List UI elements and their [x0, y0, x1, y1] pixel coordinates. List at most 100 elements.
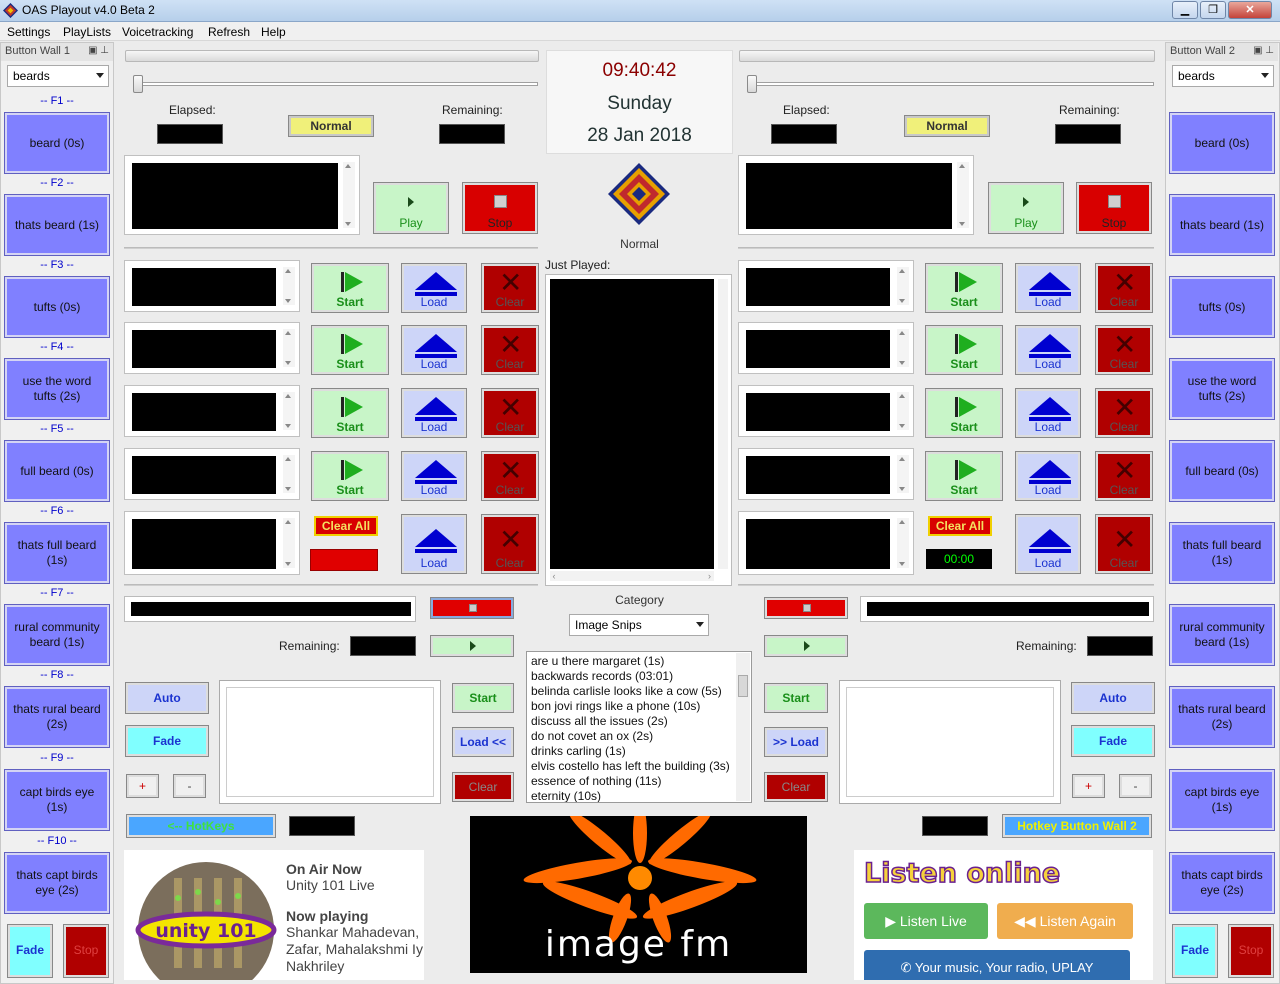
wall-button[interactable]: use the word tufts (2s)	[4, 358, 110, 420]
just-played-list[interactable]: ‹ ›	[545, 274, 732, 586]
menu-voicetracking[interactable]: Voicetracking	[122, 25, 193, 39]
wall-button[interactable]: full beard (0s)	[1169, 440, 1275, 502]
category-list-item[interactable]: bon jovi rings like a phone (10s)	[531, 699, 700, 713]
right-cart-load-button[interactable]: Load	[1015, 514, 1081, 574]
left-clear-all-button[interactable]: Clear All	[314, 516, 378, 536]
menu-playlists[interactable]: PlayLists	[63, 25, 111, 39]
category-list-item[interactable]: eternity (10s)	[531, 789, 601, 802]
h-scrollbar[interactable]: ‹ ›	[550, 571, 714, 581]
listen-live-button[interactable]: ▶ Listen Live	[864, 903, 988, 939]
wall-button[interactable]: rural community beard (1s)	[1169, 604, 1275, 666]
left-load-button[interactable]: Load <<	[452, 727, 514, 757]
right-playlist-box[interactable]	[839, 680, 1061, 804]
right-cart-load-button[interactable]: Load	[1015, 388, 1081, 438]
left-cart-clear-button[interactable]: ✕ Clear	[481, 325, 539, 375]
right-stop-button[interactable]: Stop	[1076, 182, 1152, 234]
category-list-item[interactable]: are u there margaret (1s)	[531, 654, 664, 668]
wall-button[interactable]: thats full beard (1s)	[4, 522, 110, 584]
left-bottom-play-button[interactable]	[430, 635, 514, 657]
right-start-button[interactable]: Start	[764, 683, 828, 713]
pin-icon[interactable]: ▣ ⊥	[1253, 45, 1274, 56]
right-bottom-stop-button[interactable]	[764, 597, 848, 619]
minimize-button[interactable]: ▁	[1172, 1, 1198, 19]
category-list-item[interactable]: drinks carling (1s)	[531, 744, 626, 758]
right-cart-start-button[interactable]: Start	[925, 263, 1003, 313]
scrollbar[interactable]	[283, 329, 295, 367]
scrollbar[interactable]	[718, 279, 728, 569]
wall-button[interactable]: thats rural beard (2s)	[1169, 686, 1275, 748]
right-cart-clear-button[interactable]: ✕ Clear	[1095, 451, 1153, 501]
left-minus-button[interactable]: -	[173, 774, 206, 798]
category-list-item[interactable]: essence of nothing (11s)	[531, 774, 662, 788]
right-cart-load-button[interactable]: Load	[1015, 263, 1081, 313]
left-slider-thumb[interactable]	[133, 75, 143, 93]
scrollbar[interactable]	[283, 455, 295, 493]
wall-left-fade-button[interactable]: Fade	[7, 924, 53, 978]
right-cart-clear-button[interactable]: ✕ Clear	[1095, 325, 1153, 375]
right-clear-button[interactable]: Clear	[764, 772, 828, 802]
left-cart-load-button[interactable]: Load	[401, 451, 467, 501]
scrollbar[interactable]	[283, 267, 295, 305]
category-list-item[interactable]: backwards records (03:01)	[531, 669, 673, 683]
category-list-item[interactable]: do not covet an ox (2s)	[531, 729, 653, 743]
left-cart-start-button[interactable]: Start	[311, 325, 389, 375]
left-clear-button[interactable]: Clear	[452, 772, 514, 802]
right-fade-button[interactable]: Fade	[1071, 725, 1155, 757]
right-mode-button[interactable]: Normal	[904, 115, 990, 137]
wall-button[interactable]: thats capt birds eye (2s)	[1169, 852, 1275, 914]
category-combo[interactable]: Image Snips	[569, 614, 709, 636]
right-cart-clear-button[interactable]: ✕ Clear	[1095, 263, 1153, 313]
scrollbar[interactable]	[957, 162, 969, 228]
scrollbar[interactable]	[283, 392, 295, 430]
wall-left-stop-button[interactable]: Stop	[63, 924, 109, 978]
left-position-slider[interactable]	[136, 82, 538, 86]
left-playlist-box[interactable]	[219, 680, 441, 804]
left-stop-button[interactable]: Stop	[462, 182, 538, 234]
scrollbar[interactable]	[343, 162, 355, 228]
maximize-button[interactable]: ❐	[1200, 1, 1226, 19]
right-play-button[interactable]: Play	[988, 182, 1064, 234]
left-cart-start-button[interactable]: Start	[311, 451, 389, 501]
left-auto-button[interactable]: Auto	[125, 682, 209, 714]
right-auto-button[interactable]: Auto	[1071, 682, 1155, 714]
right-cart-start-button[interactable]: Start	[925, 388, 1003, 438]
left-cart-load-button[interactable]: Load	[401, 325, 467, 375]
left-cart-clear-button[interactable]: ✕ Clear	[481, 263, 539, 313]
left-cart-load-button[interactable]: Load	[401, 263, 467, 313]
scrollbar[interactable]	[897, 455, 909, 493]
left-cart-load-button[interactable]: Load	[401, 514, 467, 574]
left-cart-start-button[interactable]: Start	[311, 388, 389, 438]
wall-button[interactable]: rural community beard (1s)	[4, 604, 110, 666]
right-minus-button[interactable]: -	[1119, 774, 1152, 798]
wall-button[interactable]: capt birds eye (1s)	[4, 769, 110, 831]
wall-button[interactable]: thats rural beard (2s)	[4, 686, 110, 748]
pin-icon[interactable]: ▣ ⊥	[88, 45, 109, 56]
wall-button[interactable]: beard (0s)	[4, 112, 110, 174]
wall-right-stop-button[interactable]: Stop	[1228, 924, 1274, 978]
left-cart-load-button[interactable]: Load	[401, 388, 467, 438]
right-cart-clear-button[interactable]: ✕ Clear	[1095, 388, 1153, 438]
left-cart-clear-button[interactable]: ✕ Clear	[481, 388, 539, 438]
scrollbar[interactable]	[283, 518, 295, 568]
wall-button[interactable]: tufts (0s)	[4, 276, 110, 338]
wall-button[interactable]: use the word tufts (2s)	[1169, 358, 1275, 420]
uplay-button[interactable]: ✆ Your music, Your radio, UPLAY	[864, 950, 1130, 980]
left-hotkeys-button[interactable]: <-- HotKeys	[126, 814, 276, 838]
left-mode-button[interactable]: Normal	[288, 115, 374, 137]
scrollbar[interactable]	[897, 329, 909, 367]
left-start-button[interactable]: Start	[452, 683, 514, 713]
left-cart-clear-button[interactable]: ✕ Clear	[481, 514, 539, 574]
wall-left-combo[interactable]: beards	[7, 65, 109, 87]
right-cart-load-button[interactable]: Load	[1015, 451, 1081, 501]
left-fade-button[interactable]: Fade	[125, 725, 209, 757]
menu-help[interactable]: Help	[261, 25, 286, 39]
close-button[interactable]: ✕	[1228, 1, 1272, 19]
right-cart-start-button[interactable]: Start	[925, 325, 1003, 375]
wall-button[interactable]: thats beard (1s)	[4, 194, 110, 256]
category-list-item[interactable]: discuss all the issues (2s)	[531, 714, 668, 728]
right-position-slider[interactable]	[750, 82, 1154, 86]
wall-button[interactable]: full beard (0s)	[4, 440, 110, 502]
scrollbar[interactable]	[897, 392, 909, 430]
scrollbar[interactable]	[736, 653, 750, 801]
category-list-item[interactable]: elvis costello has left the building (3s…	[531, 759, 730, 773]
